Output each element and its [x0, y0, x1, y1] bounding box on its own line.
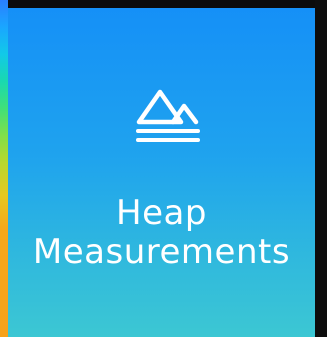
right-edge-border — [315, 0, 327, 337]
tile-title: Heap Measurements — [8, 194, 315, 272]
heap-mountains-icon — [136, 89, 200, 142]
tile-title-line2: Measurements — [32, 232, 291, 272]
tile-screen: Heap Measurements — [0, 0, 327, 337]
color-spectrum-bar — [0, 0, 8, 337]
heap-measurements-tile[interactable]: Heap Measurements — [8, 8, 315, 337]
tile-title-line1: Heap — [116, 193, 207, 233]
